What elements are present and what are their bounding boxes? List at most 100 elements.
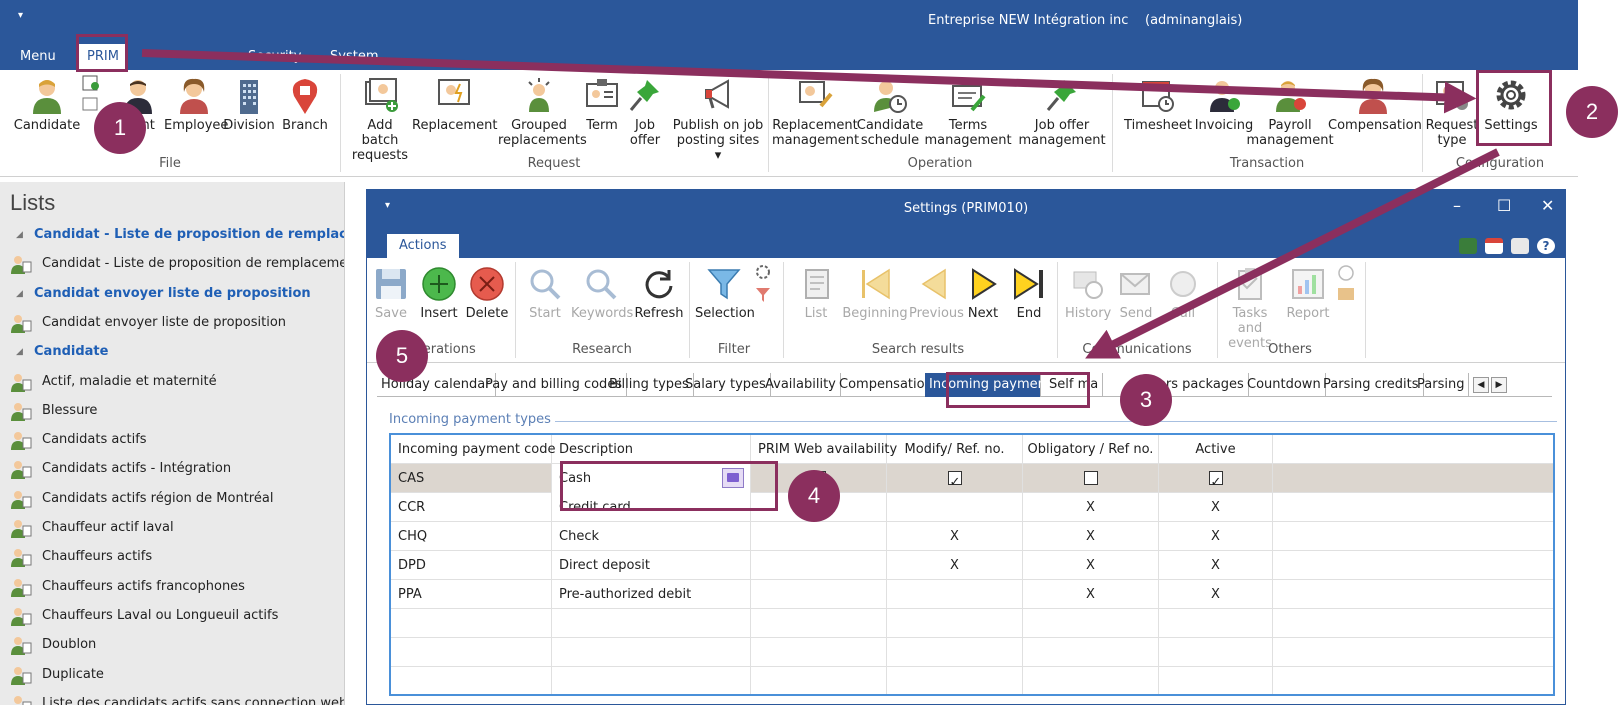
column-header-web-availability[interactable]: PRIM Web availability (751, 435, 897, 464)
replacement-button[interactable]: Replacement (412, 76, 497, 133)
tab-security[interactable]: Security (240, 44, 309, 70)
print-icon[interactable] (1511, 238, 1529, 254)
list-item[interactable]: Actif, maladie et maternité (0, 369, 344, 395)
calendar-icon[interactable] (1485, 238, 1503, 254)
tasks-events-button[interactable]: Tasks and events (1219, 266, 1281, 351)
cell-desc[interactable] (552, 638, 751, 667)
cell-active[interactable]: X (1159, 551, 1273, 580)
column-header-code[interactable]: Incoming payment code (391, 435, 555, 464)
replacement-management-button[interactable]: Replacement management (772, 76, 859, 148)
job-offer-management-button[interactable]: Job offer management (1016, 76, 1108, 148)
cell-code[interactable] (391, 638, 552, 667)
table-row[interactable]: DPD Direct deposit X X X (391, 551, 1553, 580)
term-button[interactable]: Term (580, 76, 624, 133)
empty-table-row[interactable] (391, 609, 1553, 638)
close-icon[interactable]: ✕ (1541, 196, 1554, 215)
tab-menu[interactable]: Menu (12, 44, 64, 70)
tab-compensation[interactable]: Compensation (835, 373, 938, 397)
column-header-description[interactable]: Description (552, 435, 751, 464)
start-button[interactable]: Start (527, 266, 563, 321)
cell-code[interactable] (391, 667, 552, 694)
terms-management-button[interactable]: Terms management (924, 76, 1012, 148)
list-item[interactable]: Chauffeur actif laval (0, 515, 344, 541)
column-header-obligatory-ref[interactable]: Obligatory / Ref no. (1023, 435, 1159, 464)
cell-active[interactable]: X (1159, 493, 1273, 522)
list-item[interactable]: Chauffeurs actifs (0, 544, 344, 570)
tab-scroll-right-icon[interactable]: ▶ (1491, 377, 1507, 393)
tab-parsing-credits[interactable]: Parsing credits (1319, 373, 1424, 397)
next-button[interactable]: Next (963, 266, 1003, 321)
request-type-button[interactable]: Request type (1424, 76, 1480, 148)
beginning-button[interactable]: Beginning (841, 266, 909, 321)
cell-modify[interactable]: X (887, 522, 1023, 551)
cell-code[interactable]: CAS (391, 464, 552, 493)
list-item[interactable]: Candidats actifs région de Montréal (0, 486, 344, 512)
minimize-icon[interactable]: – (1453, 196, 1461, 215)
cell-code[interactable]: PPA (391, 580, 552, 609)
cell-oblig[interactable] (1023, 609, 1159, 638)
history-button[interactable]: History (1065, 266, 1111, 321)
cell-code[interactable]: CCR (391, 493, 552, 522)
candidate-schedule-button[interactable]: Candidate schedule (856, 76, 924, 148)
report-button[interactable]: Report (1285, 266, 1331, 321)
list-item[interactable]: Duplicate (0, 662, 344, 688)
cell-oblig[interactable]: X (1023, 551, 1159, 580)
cell-modify[interactable] (887, 464, 1023, 497)
cell-oblig[interactable] (1023, 667, 1159, 694)
maximize-icon[interactable]: ☐ (1497, 196, 1511, 215)
filter-settings-icon[interactable] (753, 264, 773, 308)
table-row[interactable]: CHQ Check X X X (391, 522, 1553, 551)
tab-availability[interactable]: Availability (761, 373, 841, 397)
collapse-triangle-icon[interactable]: ◢ (16, 281, 23, 307)
others-small-icons[interactable] (1335, 264, 1357, 308)
division-button[interactable]: Division (222, 76, 276, 133)
empty-table-row[interactable] (391, 667, 1553, 694)
tab-parsing[interactable]: Parsing (1413, 373, 1470, 397)
cell-desc[interactable]: Pre-authorized debit (552, 580, 751, 609)
cell-modify[interactable] (887, 638, 1023, 667)
cell-desc[interactable] (552, 667, 751, 694)
cell-active[interactable]: X (1159, 580, 1273, 609)
collapse-triangle-icon[interactable]: ◢ (16, 339, 23, 365)
keywords-button[interactable]: Keywords (571, 266, 633, 321)
calculator-icon[interactable] (1459, 238, 1477, 254)
cell-active[interactable] (1159, 667, 1273, 694)
list-button[interactable]: List (795, 266, 837, 321)
table-row[interactable]: PPA Pre-authorized debit X X (391, 580, 1553, 609)
call-button[interactable]: Call (1163, 266, 1203, 321)
job-offer-button[interactable]: Job offer (624, 76, 666, 148)
checkbox-modify[interactable] (947, 468, 962, 497)
list-item[interactable]: Candidats actifs (0, 427, 344, 453)
tab-scroll-left-icon[interactable]: ◀ (1473, 377, 1489, 393)
cell-web[interactable] (751, 667, 887, 694)
payroll-management-button[interactable]: Payroll management (1244, 76, 1336, 148)
list-item[interactable]: Doublon (0, 632, 344, 658)
cell-oblig[interactable]: X (1023, 493, 1159, 522)
send-button[interactable]: Send (1115, 266, 1157, 321)
delete-button[interactable]: Delete (465, 266, 509, 321)
end-button[interactable]: End (1009, 266, 1049, 321)
list-item[interactable]: Candidat envoyer liste de proposition (0, 310, 344, 336)
cell-oblig[interactable] (1023, 464, 1159, 493)
checkbox-active[interactable] (1208, 468, 1223, 497)
list-item[interactable]: Candidat - Liste de proposition de rempl… (0, 251, 344, 277)
cell-modify[interactable] (887, 609, 1023, 638)
cell-modify[interactable] (887, 580, 1023, 609)
cell-desc[interactable] (552, 609, 751, 638)
list-item[interactable]: Chauffeurs Laval ou Longueuil actifs (0, 603, 344, 629)
cell-code[interactable]: DPD (391, 551, 552, 580)
cell-modify[interactable]: X (887, 551, 1023, 580)
cell-code[interactable]: CHQ (391, 522, 552, 551)
tab-countdown[interactable]: Countdown (1243, 373, 1326, 397)
add-batch-requests-button[interactable]: Add batch requests (348, 76, 412, 163)
previous-button[interactable]: Previous (909, 266, 964, 321)
refresh-button[interactable]: Refresh (633, 266, 685, 321)
tab-salary-types[interactable]: Salary types (681, 373, 771, 397)
cell-code[interactable] (391, 609, 552, 638)
quick-access-menu-icon[interactable]: ▾ (18, 10, 23, 21)
timesheet-button[interactable]: Timesheet (1118, 76, 1198, 133)
cell-web[interactable] (751, 638, 887, 667)
list-group[interactable]: ◢ Candidat envoyer liste de proposition (0, 281, 344, 307)
cell-modify[interactable] (887, 493, 1023, 522)
selection-button[interactable]: Selection (695, 266, 755, 321)
